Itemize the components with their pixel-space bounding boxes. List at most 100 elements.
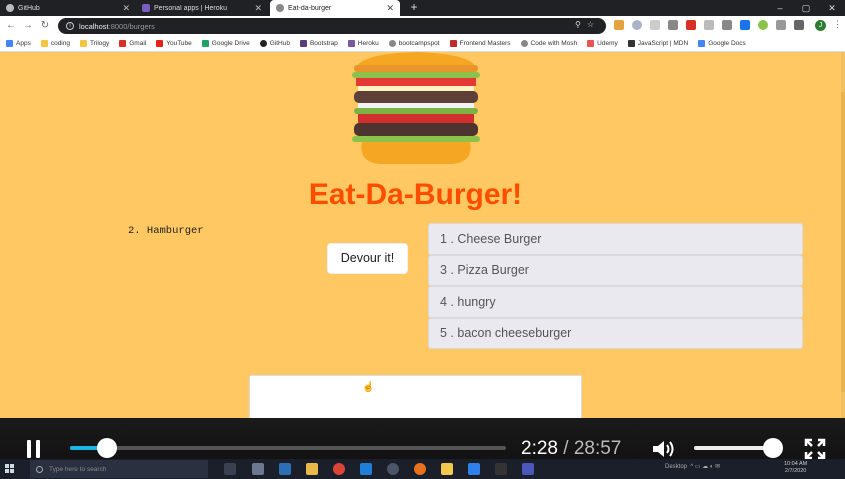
volume-slider-handle[interactable] bbox=[763, 438, 784, 458]
bookmark-label: GitHub bbox=[269, 40, 290, 47]
page-scrollbar[interactable] bbox=[841, 52, 845, 418]
burger-illustration bbox=[352, 52, 480, 164]
burger-list-item[interactable]: 1 . Cheese Burger bbox=[428, 223, 803, 255]
fullscreen-icon[interactable] bbox=[804, 438, 826, 460]
file-explorer-icon[interactable] bbox=[306, 463, 318, 475]
clock-time: 10:04 AM bbox=[784, 461, 808, 467]
back-arrow-icon[interactable]: ← bbox=[4, 19, 18, 33]
burger-list-item[interactable]: 5 . bacon cheeseburger bbox=[428, 317, 803, 349]
bookmark-udemy[interactable]: Udemy bbox=[587, 40, 618, 47]
extension-icon[interactable] bbox=[632, 20, 642, 30]
devour-button[interactable]: Devour it! bbox=[327, 243, 408, 274]
bookmark-bootcampspot[interactable]: bootcampspot bbox=[388, 40, 440, 47]
reload-icon[interactable]: ↻ bbox=[38, 19, 52, 33]
app-icon[interactable] bbox=[414, 463, 426, 475]
task-view-icon[interactable] bbox=[224, 463, 236, 475]
scrollbar-thumb[interactable] bbox=[841, 92, 845, 392]
bookmark-label: coding bbox=[50, 40, 70, 47]
extension-icon[interactable] bbox=[668, 20, 678, 30]
url-path: :8000/burgers bbox=[108, 21, 155, 31]
forward-arrow-icon[interactable]: → bbox=[21, 19, 35, 33]
vscode-icon[interactable] bbox=[360, 463, 372, 475]
terminal-icon[interactable] bbox=[495, 463, 507, 475]
system-tray[interactable]: Desktop ^ ▭ ☁ ◐ ✉ bbox=[665, 463, 720, 470]
profile-avatar[interactable]: J bbox=[815, 20, 826, 31]
taskbar-search[interactable]: Type here to search bbox=[30, 460, 208, 478]
drive-icon bbox=[201, 40, 209, 47]
browser-toolbar: ← → ↻ i localhost:8000/burgers ⚲☆ J ⋮ bbox=[0, 16, 845, 36]
pause-bar bbox=[36, 440, 40, 458]
duration: 28:57 bbox=[573, 438, 622, 459]
bookmark-label: Google Drive bbox=[211, 40, 250, 47]
bookmark-google-drive[interactable]: Google Drive bbox=[201, 40, 250, 47]
minimize-button[interactable]: – bbox=[767, 0, 793, 16]
taskbar-clock[interactable]: 10:04 AM 2/7/2020 bbox=[784, 461, 807, 475]
bookmark-trilogy[interactable]: Trilogy bbox=[79, 40, 109, 47]
app-icon[interactable] bbox=[279, 463, 291, 475]
extension-icon[interactable] bbox=[614, 20, 624, 30]
seek-bar[interactable] bbox=[70, 438, 506, 458]
app-icon[interactable] bbox=[441, 463, 453, 475]
pause-bar bbox=[27, 440, 31, 458]
bookmark-coding[interactable]: coding bbox=[40, 40, 70, 47]
address-bar[interactable]: i localhost:8000/burgers ⚲☆ bbox=[58, 18, 606, 34]
bookmark-code-with-mosh[interactable]: Code with Mosh bbox=[520, 40, 577, 47]
bookmark-apps[interactable]: Apps bbox=[6, 40, 31, 47]
app-icon[interactable] bbox=[522, 463, 534, 475]
volume-icon[interactable] bbox=[652, 439, 678, 459]
zoom-star-icons[interactable]: ⚲☆ bbox=[575, 20, 600, 29]
more-menu-icon[interactable]: ⋮ bbox=[833, 19, 842, 30]
burger-list-item[interactable]: 4 . hungry bbox=[428, 286, 803, 318]
extension-icon[interactable] bbox=[776, 20, 786, 30]
bookmark-bootstrap[interactable]: Bootstrap bbox=[299, 40, 338, 47]
tab-title: Eat-da-burger bbox=[288, 4, 332, 12]
url-host: localhost bbox=[79, 21, 109, 31]
devoured-burger-item: 2. Hamburger bbox=[128, 225, 204, 237]
chrome-icon[interactable] bbox=[333, 463, 345, 475]
burger-list-item[interactable]: 3 . Pizza Burger bbox=[428, 254, 803, 286]
heroku-icon bbox=[347, 40, 355, 47]
seek-bar-handle[interactable] bbox=[97, 438, 118, 458]
bookmark-gmail[interactable]: Gmail bbox=[119, 40, 146, 47]
tab-github[interactable]: GitHub ✕ bbox=[0, 0, 136, 16]
extension-icon[interactable] bbox=[686, 20, 696, 30]
windows-start-icon[interactable] bbox=[5, 464, 15, 474]
bookmark-github[interactable]: GitHub bbox=[259, 40, 290, 47]
new-tab-button[interactable]: + bbox=[407, 0, 421, 16]
pause-button[interactable] bbox=[27, 440, 41, 458]
add-burger-textarea[interactable] bbox=[249, 375, 582, 418]
extension-icon[interactable] bbox=[722, 20, 732, 30]
volume-slider[interactable] bbox=[694, 438, 784, 458]
bookmark-label: Gmail bbox=[129, 40, 147, 47]
tab-heroku[interactable]: Personal apps | Heroku ✕ bbox=[136, 0, 268, 16]
close-icon[interactable]: ✕ bbox=[386, 3, 394, 14]
close-window-button[interactable]: ✕ bbox=[819, 0, 845, 16]
extension-icon[interactable] bbox=[740, 20, 750, 30]
close-icon[interactable]: ✕ bbox=[254, 3, 262, 14]
bookmark-frontend-masters[interactable]: Frontend Masters bbox=[449, 40, 511, 47]
extension-icon[interactable] bbox=[758, 20, 768, 30]
extension-icon[interactable] bbox=[794, 20, 804, 30]
bootstrap-icon bbox=[299, 40, 307, 47]
maximize-button[interactable]: ▢ bbox=[793, 0, 819, 16]
mouse-cursor-icon: ☝ bbox=[362, 382, 375, 393]
app-icon[interactable] bbox=[468, 463, 480, 475]
github-icon bbox=[6, 4, 14, 12]
bookmark-google-docs[interactable]: Google Docs bbox=[698, 40, 746, 47]
bookmark-heroku[interactable]: Heroku bbox=[347, 40, 379, 47]
extension-icon[interactable] bbox=[650, 20, 660, 30]
tray-desktop-label: Desktop bbox=[665, 464, 688, 470]
time-display: 2:28 / 28:57 bbox=[521, 438, 621, 460]
settings-gear-icon[interactable] bbox=[252, 463, 264, 475]
extension-icon[interactable] bbox=[704, 20, 714, 30]
bookmarks-bar: Apps coding Trilogy Gmail YouTube Google… bbox=[0, 36, 845, 52]
tab-eat-da-burger[interactable]: Eat-da-burger ✕ bbox=[270, 0, 400, 16]
globe-icon bbox=[520, 40, 528, 47]
app-icon[interactable] bbox=[387, 463, 399, 475]
bookmark-label: JavaScript | MDN bbox=[637, 40, 689, 47]
current-time: 2:28 bbox=[521, 438, 558, 459]
info-icon[interactable]: i bbox=[66, 22, 74, 30]
close-icon[interactable]: ✕ bbox=[122, 3, 130, 14]
bookmark-mdn[interactable]: JavaScript | MDN bbox=[627, 40, 689, 47]
bookmark-youtube[interactable]: YouTube bbox=[156, 40, 192, 47]
